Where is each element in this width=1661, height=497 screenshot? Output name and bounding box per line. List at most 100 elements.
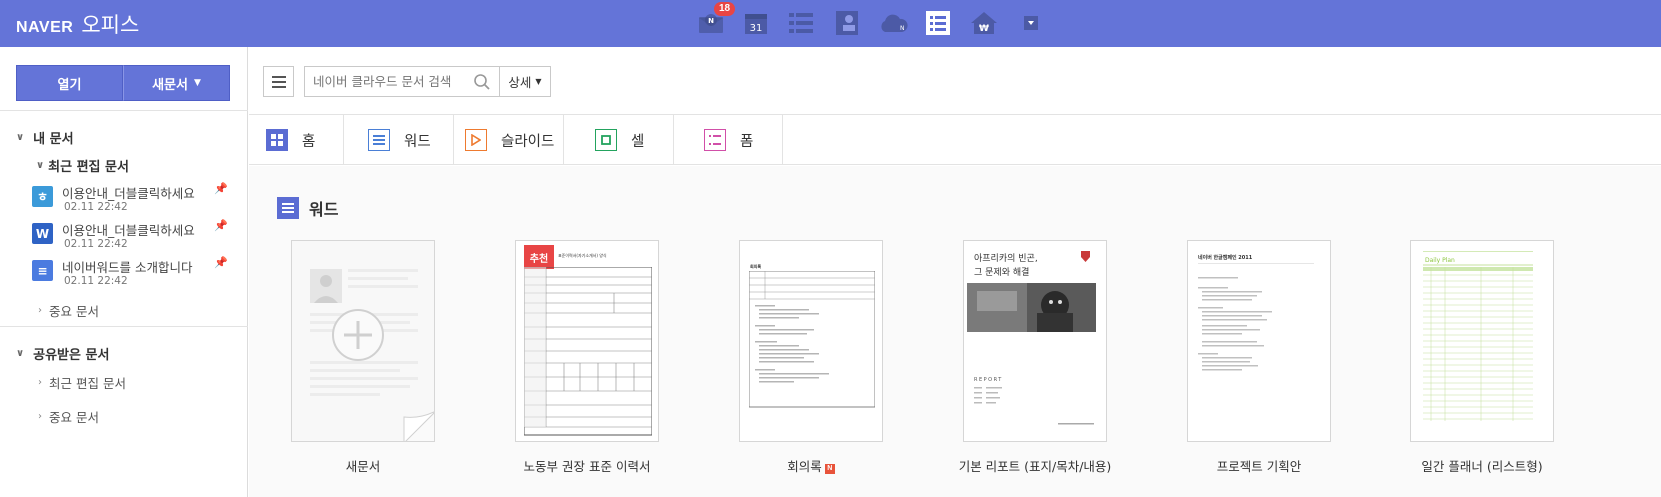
template-card-project-plan[interactable]: 네이버 한글캠페인 2011 프로젝트 기획안: [1187, 240, 1331, 474]
shield-icon: [1081, 251, 1090, 262]
template-label: 회의록 N: [699, 456, 923, 475]
money-icon[interactable]: ₩: [968, 6, 1000, 40]
logo-product: 오피스: [81, 13, 140, 37]
tab-label: 폼: [740, 133, 754, 150]
cloud-icon[interactable]: N: [877, 6, 909, 40]
template-label: 새문서: [345, 459, 381, 474]
word-doc-icon: W: [32, 223, 53, 244]
more-dropdown-icon[interactable]: [1015, 6, 1047, 40]
hamburger-menu-icon[interactable]: [263, 66, 294, 97]
project-doc-title: 네이버 한글캠페인 2011: [1198, 255, 1253, 261]
shared-important-label: 중요 문서: [49, 410, 99, 425]
chevron-right-icon: ›: [38, 305, 42, 316]
top-bar: NAVER 오피스 N 18 31 N ₩: [0, 0, 1661, 47]
tab-label: 셀: [631, 133, 645, 150]
chevron-right-icon: ›: [38, 377, 42, 388]
doc-title: 이용안내_더블클릭하세요: [62, 186, 195, 201]
shared-recent-label: 최근 편집 문서: [49, 376, 126, 391]
search-box: [304, 66, 500, 97]
chevron-down-icon: ∨: [16, 132, 25, 143]
calendar-day: 31: [750, 23, 763, 34]
detail-search-dropdown[interactable]: 상세 ▼: [499, 66, 551, 97]
chevron-down-icon: ▼: [193, 78, 201, 88]
mail-icon[interactable]: N 18: [695, 2, 736, 40]
search-input[interactable]: [305, 67, 465, 96]
pin-icon[interactable]: 📌: [214, 256, 228, 269]
report-label: REPORT: [974, 377, 1003, 383]
template-card-meeting-minutes[interactable]: 회의록 회의록 N: [739, 240, 883, 474]
recent-doc-item[interactable]: ≡ 네이버워드를 소개합니다 02.11 22:42 📌: [32, 256, 232, 292]
template-label: 기본 리포트 (표지/목차/내용): [958, 459, 1112, 474]
svg-text:N: N: [900, 25, 905, 32]
naver-word-doc-icon: ≡: [32, 260, 53, 281]
calendar-icon[interactable]: 31: [740, 6, 772, 40]
office-icon[interactable]: [922, 6, 954, 40]
resume-doc-title: 표준이력서(자기소개서) 양식: [558, 253, 607, 258]
doc-date: 02.11 22:42: [64, 275, 128, 287]
word-icon: [368, 129, 390, 151]
report-cover-title-1: 아프리카의 빈곤,: [974, 254, 1038, 264]
toolbar: 상세▼: [249, 47, 1661, 115]
sidebar-divider: [0, 110, 248, 111]
shared-important-folder[interactable]: › 중요 문서: [38, 407, 99, 426]
sidebar: 열기 새문서 ▼ ∨ 내 문서 ∨ 최근 편집 문서 ㅎ 이용안내_더블클릭하세요 0…: [0, 47, 248, 497]
chevron-down-icon: ▼: [535, 77, 542, 86]
important-documents-folder[interactable]: › 중요 문서: [38, 301, 99, 320]
recent-edited-label: 최근 편집 문서: [48, 160, 129, 175]
contacts-icon[interactable]: [831, 6, 863, 40]
pin-icon[interactable]: 📌: [214, 182, 228, 195]
naver-office-logo[interactable]: NAVER 오피스: [16, 9, 139, 39]
template-label-text: 회의록: [787, 459, 822, 474]
my-documents-label: 내 문서: [33, 132, 74, 147]
detail-label: 상세: [508, 75, 532, 90]
tab-home[interactable]: 홈: [249, 115, 344, 165]
template-card-new-document[interactable]: 새문서: [291, 240, 435, 474]
new-document-label: 새문서: [152, 77, 188, 93]
template-thumbnail: Daily Plan: [1410, 240, 1554, 442]
shared-recent-folder[interactable]: › 최근 편집 문서: [38, 373, 126, 392]
template-card-daily-planner[interactable]: Daily Plan 일간 플래너 (리스트형): [1410, 240, 1554, 474]
doc-title: 이용안내_더블클릭하세요: [62, 223, 195, 238]
doc-date: 02.11 22:42: [64, 238, 128, 250]
grid-icon: [266, 129, 288, 151]
recent-doc-item[interactable]: ㅎ 이용안내_더블클릭하세요 02.11 22:42 📌: [32, 182, 232, 218]
list-icon[interactable]: [785, 6, 817, 40]
chevron-down-icon: ∨: [36, 160, 45, 171]
tab-slide[interactable]: 슬라이드: [454, 115, 564, 165]
svg-text:N: N: [708, 17, 714, 25]
sidebar-actions: 열기 새문서 ▼: [16, 65, 230, 101]
search-icon[interactable]: [473, 73, 491, 91]
form-list-icon: [704, 129, 726, 151]
tab-cell[interactable]: 셀: [564, 115, 674, 165]
template-card-resume[interactable]: 추천 표준이력서(자기소개서) 양식 노동부 권장 표준 이력서: [515, 240, 659, 474]
section-title: 워드: [309, 200, 339, 219]
open-button-label: 열기: [57, 77, 82, 93]
important-documents-label: 중요 문서: [49, 304, 99, 319]
my-documents-folder[interactable]: ∨ 내 문서: [16, 128, 74, 147]
shared-documents-folder[interactable]: ∨ 공유받은 문서: [16, 344, 109, 363]
pin-icon[interactable]: 📌: [214, 219, 228, 232]
template-thumbnail: 아프리카의 빈곤, 그 문제와 해결 REPORT: [963, 240, 1107, 442]
tab-label: 워드: [404, 133, 431, 150]
recommended-ribbon: 추천: [524, 245, 554, 269]
logo-brand: NAVER: [16, 19, 74, 36]
new-document-button[interactable]: 새문서 ▼: [123, 65, 230, 101]
chevron-down-icon: ∨: [16, 348, 25, 359]
template-card-basic-report[interactable]: 아프리카의 빈곤, 그 문제와 해결 REPORT 기본 리포트 (표지/목차/…: [959, 240, 1111, 474]
doc-title: 네이버워드를 소개합니다: [62, 260, 193, 275]
recent-doc-item[interactable]: W 이용안내_더블클릭하세요 02.11 22:42 📌: [32, 219, 232, 255]
recent-edited-folder[interactable]: ∨ 최근 편집 문서: [36, 156, 129, 175]
app-tabs: 홈 워드 슬라이드 셀 폼: [249, 115, 1661, 165]
new-badge: N: [824, 464, 835, 474]
tab-label: 슬라이드: [501, 133, 555, 150]
template-thumbnail: 네이버 한글캠페인 2011: [1187, 240, 1331, 442]
main-content: 워드 새문서 추천 표준이력서(자기소개서) 양식 노동부 권장 표준 이력서 …: [249, 166, 1661, 497]
doc-date: 02.11 22:42: [64, 201, 128, 213]
open-button[interactable]: 열기: [16, 65, 123, 101]
tab-word[interactable]: 워드: [344, 115, 454, 165]
template-label: 노동부 권장 표준 이력서: [523, 459, 651, 474]
template-thumbnail: 회의록: [739, 240, 883, 442]
slide-play-icon: [465, 129, 487, 151]
tab-form[interactable]: 폼: [674, 115, 783, 165]
mail-unread-badge: 18: [714, 2, 736, 16]
